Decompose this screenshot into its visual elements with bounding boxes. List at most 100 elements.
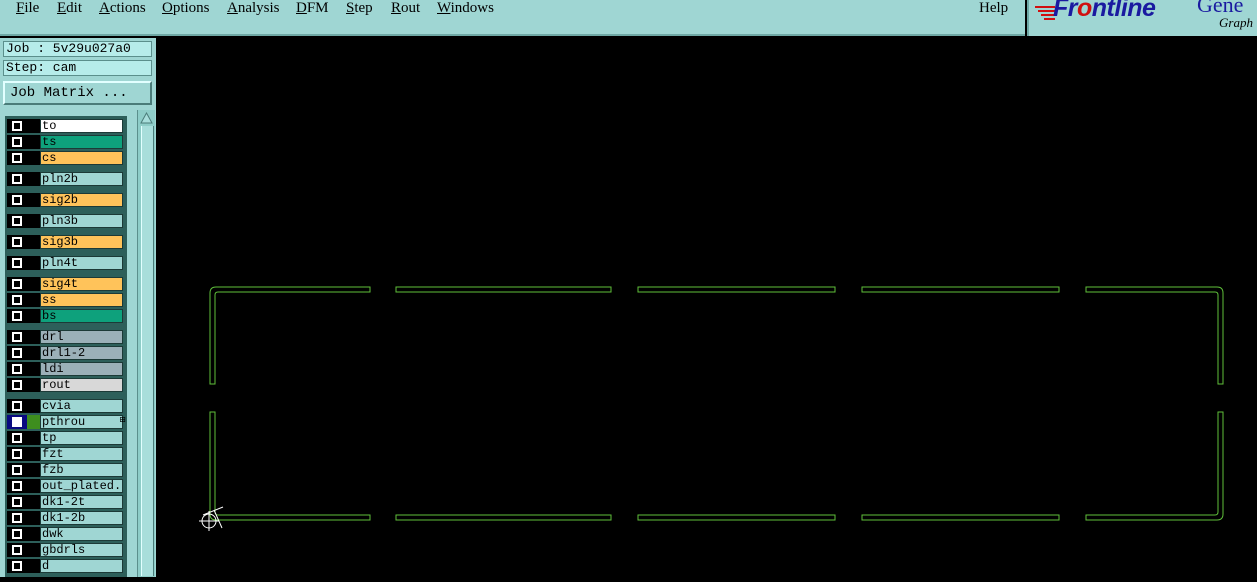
menu-rout[interactable]: Rout (391, 0, 420, 17)
layer-display-swatch[interactable] (27, 543, 40, 557)
menu-step[interactable]: Step (346, 0, 373, 17)
layer-name[interactable]: drl1-2 (40, 346, 123, 360)
layer-name[interactable]: out_plated.c (40, 479, 123, 493)
layer-name[interactable]: pln2b (40, 172, 123, 186)
layer-row[interactable]: ss (5, 292, 127, 308)
layer-display-swatch[interactable] (27, 346, 40, 360)
scroll-up-arrow-icon[interactable] (140, 112, 153, 124)
layer-row[interactable]: bs (5, 308, 127, 324)
layer-name[interactable]: rout (40, 378, 123, 392)
layer-display-swatch[interactable] (27, 151, 40, 165)
layer-checkbox[interactable] (7, 527, 27, 541)
layer-row[interactable]: ldi (5, 361, 127, 377)
layer-checkbox[interactable] (7, 362, 27, 376)
layer-name[interactable]: sig2b (40, 193, 123, 207)
layer-display-swatch[interactable] (27, 378, 40, 392)
layer-display-swatch[interactable] (27, 463, 40, 477)
layer-row[interactable]: cs (5, 150, 127, 166)
layer-row[interactable]: tp (5, 430, 127, 446)
layer-list-scrollbar[interactable] (137, 110, 155, 577)
layer-display-swatch[interactable] (27, 511, 40, 525)
layer-display-swatch[interactable] (27, 447, 40, 461)
menu-edit[interactable]: Edit (57, 0, 82, 17)
layer-name[interactable]: tp (40, 431, 123, 445)
layer-checkbox[interactable] (7, 511, 27, 525)
layer-row[interactable]: drl (5, 329, 127, 345)
layer-row[interactable]: fzt (5, 446, 127, 462)
layer-row[interactable]: dwk (5, 526, 127, 542)
layer-display-swatch[interactable] (27, 362, 40, 376)
layer-checkbox[interactable] (7, 447, 27, 461)
layer-name[interactable]: ts (40, 135, 123, 149)
layer-row[interactable]: drl1-2 (5, 345, 127, 361)
graphics-canvas[interactable] (156, 38, 1257, 577)
layer-display-swatch[interactable] (27, 235, 40, 249)
layer-name[interactable]: gbdrls (40, 543, 123, 557)
layer-checkbox[interactable] (7, 378, 27, 392)
layer-display-swatch[interactable] (27, 214, 40, 228)
layer-name[interactable]: pln4t (40, 256, 123, 270)
layer-name[interactable]: ss (40, 293, 123, 307)
layer-row[interactable]: sig2b (5, 192, 127, 208)
layer-checkbox[interactable] (7, 399, 27, 413)
layer-name[interactable]: pln3b (40, 214, 123, 228)
menu-file[interactable]: File (16, 0, 39, 17)
menu-dfm[interactable]: DFM (296, 0, 329, 17)
layer-row[interactable]: rout (5, 377, 127, 393)
layer-checkbox[interactable] (7, 495, 27, 509)
layer-checkbox[interactable] (7, 463, 27, 477)
layer-display-swatch[interactable] (27, 330, 40, 344)
layer-checkbox[interactable] (7, 119, 27, 133)
layer-name[interactable]: sig3b (40, 235, 123, 249)
layer-display-swatch[interactable] (27, 135, 40, 149)
layer-checkbox[interactable] (7, 277, 27, 291)
layer-row[interactable]: pln3b (5, 213, 127, 229)
layer-name[interactable]: dwk (40, 527, 123, 541)
layer-name[interactable]: ldi (40, 362, 123, 376)
layer-display-swatch[interactable] (27, 479, 40, 493)
layer-display-swatch[interactable] (27, 559, 40, 573)
layer-name[interactable]: cs (40, 151, 123, 165)
layer-row[interactable]: ts (5, 134, 127, 150)
layer-name[interactable]: pthrou (40, 415, 123, 429)
layer-display-swatch[interactable] (27, 277, 40, 291)
layer-display-swatch[interactable] (27, 527, 40, 541)
layer-checkbox[interactable] (7, 135, 27, 149)
layer-checkbox[interactable] (7, 235, 27, 249)
layer-checkbox[interactable] (7, 172, 27, 186)
layer-name[interactable]: cvia (40, 399, 123, 413)
layer-row[interactable]: dk1-2b (5, 510, 127, 526)
layer-name[interactable]: dk1-2b (40, 511, 123, 525)
layer-checkbox[interactable] (7, 330, 27, 344)
layer-display-swatch[interactable] (27, 172, 40, 186)
layer-row[interactable]: dk1-2t (5, 494, 127, 510)
scroll-thumb[interactable] (141, 126, 154, 576)
layer-display-swatch[interactable] (27, 293, 40, 307)
layer-display-swatch[interactable] (27, 256, 40, 270)
layer-checkbox[interactable] (7, 214, 27, 228)
layer-row[interactable]: sig4t (5, 276, 127, 292)
layer-checkbox[interactable] (7, 151, 27, 165)
layer-name[interactable]: to (40, 119, 123, 133)
layer-name[interactable]: dk1-2t (40, 495, 123, 509)
layer-name[interactable]: bs (40, 309, 123, 323)
layer-row[interactable]: d (5, 558, 127, 574)
layer-display-swatch[interactable] (27, 119, 40, 133)
layer-checkbox[interactable] (7, 346, 27, 360)
layer-name[interactable]: drl (40, 330, 123, 344)
layer-checkbox[interactable] (7, 431, 27, 445)
layer-display-swatch[interactable] (27, 399, 40, 413)
layer-name[interactable]: sig4t (40, 277, 123, 291)
layer-name[interactable]: fzt (40, 447, 123, 461)
layer-row[interactable]: gbdrls (5, 542, 127, 558)
job-matrix-button[interactable]: Job Matrix ... (3, 81, 152, 105)
menu-windows[interactable]: Windows (437, 0, 494, 17)
layer-checkbox[interactable] (7, 256, 27, 270)
layer-row[interactable]: pln4t (5, 255, 127, 271)
layer-display-swatch[interactable] (27, 309, 40, 323)
layer-row[interactable]: out_plated.c (5, 478, 127, 494)
menu-actions[interactable]: Actions (99, 0, 146, 17)
layer-name[interactable]: d (40, 559, 123, 573)
layer-checkbox[interactable] (7, 559, 27, 573)
layer-checkbox[interactable] (7, 293, 27, 307)
